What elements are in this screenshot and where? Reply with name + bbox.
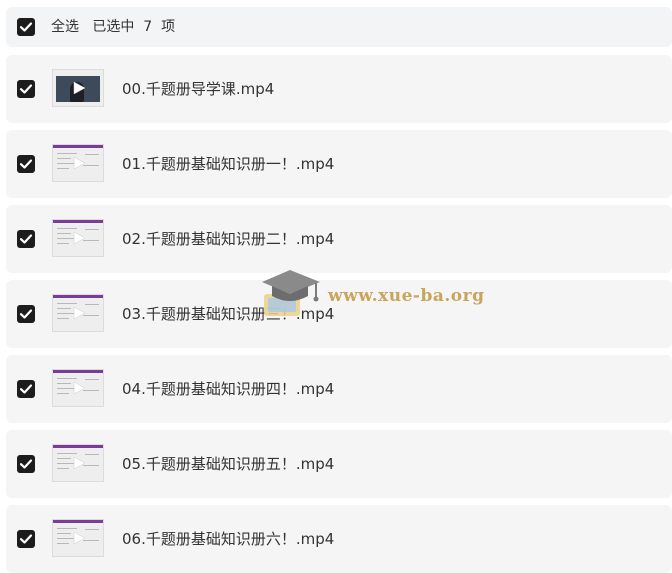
play-icon xyxy=(73,456,86,470)
file-row[interactable]: 06.千题册基础知识册六！.mp4 xyxy=(6,505,672,573)
file-checkbox[interactable] xyxy=(17,230,35,248)
file-checkbox[interactable] xyxy=(17,380,35,398)
checkmark-icon xyxy=(19,534,33,544)
file-checkbox[interactable] xyxy=(17,80,35,98)
selected-suffix: 项 xyxy=(161,19,176,35)
video-slides-thumbnail[interactable] xyxy=(52,444,104,482)
play-icon xyxy=(73,231,86,245)
video-slides-thumbnail[interactable] xyxy=(52,519,104,557)
graduation-cap-icon xyxy=(262,270,320,316)
checkmark-icon xyxy=(19,84,33,94)
play-icon xyxy=(73,306,86,320)
play-icon xyxy=(73,156,86,170)
file-name[interactable]: 06.千题册基础知识册六！.mp4 xyxy=(122,529,334,549)
play-icon xyxy=(73,531,86,545)
file-row[interactable]: 02.千题册基础知识册二！.mp4 xyxy=(6,205,672,273)
selected-prefix: 已选中 xyxy=(92,19,135,35)
video-slides-thumbnail[interactable] xyxy=(52,294,104,332)
file-name[interactable]: 01.千题册基础知识册一！.mp4 xyxy=(122,154,334,174)
select-all-checkbox[interactable] xyxy=(17,18,35,36)
file-name[interactable]: 02.千题册基础知识册二！.mp4 xyxy=(122,229,334,249)
selection-summary: 全选 已选中 7 项 xyxy=(51,17,175,37)
file-checkbox[interactable] xyxy=(17,305,35,323)
watermark: www.xue-ba.org xyxy=(258,264,488,328)
checkmark-icon xyxy=(19,309,33,319)
select-all-label: 全选 xyxy=(51,19,79,35)
checkmark-icon xyxy=(19,384,33,394)
video-slides-thumbnail[interactable] xyxy=(52,369,104,407)
checkmark-icon xyxy=(19,159,33,169)
checkmark-icon xyxy=(19,459,33,469)
file-row[interactable]: 05.千题册基础知识册五！.mp4 xyxy=(6,430,672,498)
file-checkbox[interactable] xyxy=(17,530,35,548)
checkmark-icon xyxy=(19,234,33,244)
file-checkbox[interactable] xyxy=(17,155,35,173)
file-row[interactable]: 04.千题册基础知识册四！.mp4 xyxy=(6,355,672,423)
select-all-bar: 全选 已选中 7 项 xyxy=(6,7,672,47)
checkmark-icon xyxy=(19,22,33,32)
watermark-text: www.xue-ba.org xyxy=(328,286,485,306)
file-name[interactable]: 05.千题册基础知识册五！.mp4 xyxy=(122,454,334,474)
video-slides-thumbnail[interactable] xyxy=(52,144,104,182)
file-checkbox[interactable] xyxy=(17,455,35,473)
file-name[interactable]: 04.千题册基础知识册四！.mp4 xyxy=(122,379,334,399)
selected-count: 7 xyxy=(143,19,153,35)
video-slides-thumbnail[interactable] xyxy=(52,219,104,257)
play-icon xyxy=(73,381,86,395)
file-row[interactable]: 01.千题册基础知识册一！.mp4 xyxy=(6,130,672,198)
file-row[interactable]: 00.千题册导学课.mp4 xyxy=(6,55,672,123)
video-intro-thumbnail[interactable] xyxy=(52,69,104,107)
play-icon xyxy=(73,81,86,95)
file-name[interactable]: 00.千题册导学课.mp4 xyxy=(122,79,274,99)
